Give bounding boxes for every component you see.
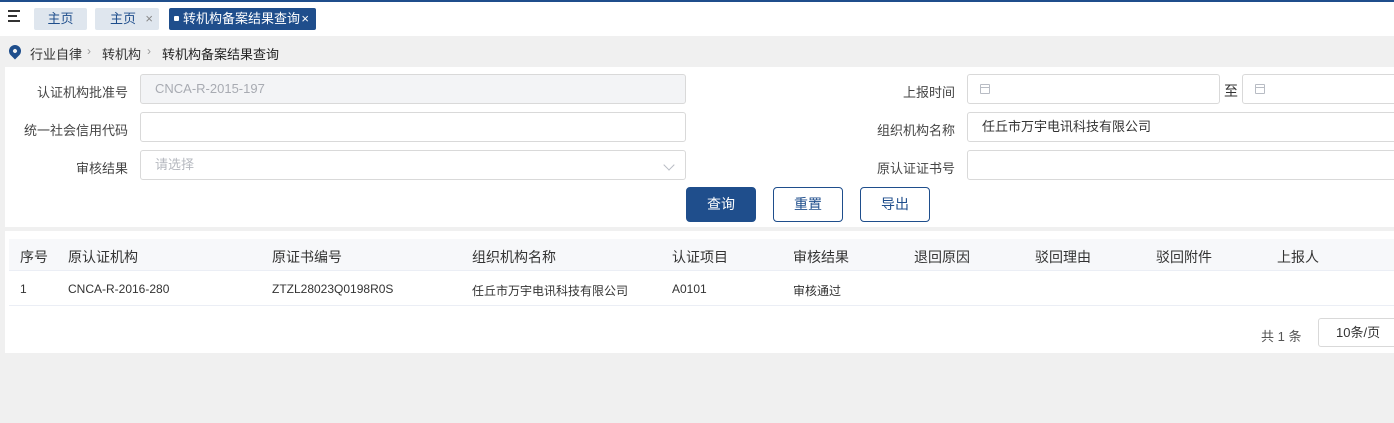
cell-cert-item: A0101 bbox=[672, 282, 707, 296]
cert-no-input: CNCA-R-2015-197 bbox=[140, 74, 686, 104]
column-header: 退回原因 bbox=[914, 249, 970, 265]
review-result-select[interactable]: 请选择 bbox=[140, 150, 686, 180]
column-header: 驳回附件 bbox=[1156, 249, 1212, 265]
column-header: 上报人 bbox=[1277, 249, 1319, 265]
orig-cert-label: 原认证证书号 bbox=[876, 161, 955, 176]
tab-bar: 主页 主页 × 转机构备案结果查询 × bbox=[0, 2, 1394, 36]
breadcrumb-item-industry[interactable]: 行业自律 bbox=[30, 44, 82, 63]
report-time-start-input[interactable] bbox=[967, 74, 1220, 104]
breadcrumb-item-transfer[interactable]: 转机构 bbox=[102, 44, 141, 63]
orig-cert-input[interactable] bbox=[967, 150, 1394, 180]
review-result-placeholder: 请选择 bbox=[155, 157, 195, 172]
review-result-label: 审核结果 bbox=[75, 161, 128, 176]
credit-code-input[interactable] bbox=[140, 112, 686, 142]
cell-orig-org: CNCA-R-2016-280 bbox=[68, 282, 170, 296]
breadcrumb-separator: › bbox=[147, 44, 151, 58]
cert-no-label: 认证机构批准号 bbox=[36, 85, 128, 100]
calendar-icon bbox=[980, 84, 990, 94]
export-button[interactable]: 导出 bbox=[860, 187, 930, 222]
tab-home-2[interactable]: 主页 × bbox=[95, 8, 159, 30]
tab-label: 主页 bbox=[110, 11, 137, 26]
column-header: 原认证机构 bbox=[68, 249, 138, 265]
reset-button[interactable]: 重置 bbox=[773, 187, 843, 222]
org-name-value: 任丘市万宇电讯科技有限公司 bbox=[982, 119, 1152, 134]
column-header: 原证书编号 bbox=[272, 249, 342, 265]
column-header: 认证项目 bbox=[672, 249, 728, 265]
page-size-value: 10条/页 bbox=[1336, 325, 1381, 340]
page-size-select[interactable]: 10条/页 bbox=[1318, 318, 1394, 347]
column-header: 审核结果 bbox=[793, 249, 849, 265]
report-time-label: 上报时间 bbox=[902, 85, 955, 100]
menu-toggle-icon[interactable] bbox=[8, 10, 22, 22]
breadcrumb-separator: › bbox=[87, 44, 91, 58]
tab-label: 转机构备案结果查询 bbox=[183, 11, 301, 26]
pagination-total: 共 1 条 bbox=[1261, 329, 1302, 344]
tab-transfer-query-active[interactable]: 转机构备案结果查询 × bbox=[169, 8, 316, 30]
table-row[interactable]: 1 CNCA-R-2016-280 ZTZL28023Q0198R0S 任丘市万… bbox=[9, 271, 1394, 306]
table-header: 序号 原认证机构 原证书编号 组织机构名称 认证项目 审核结果 退回原因 驳回理… bbox=[9, 239, 1394, 271]
calendar-icon bbox=[1255, 84, 1265, 94]
close-icon[interactable]: × bbox=[145, 8, 153, 30]
credit-code-label: 统一社会信用代码 bbox=[23, 123, 128, 138]
report-time-end-input[interactable] bbox=[1242, 74, 1394, 104]
column-header: 序号 bbox=[20, 249, 48, 265]
tab-home-1[interactable]: 主页 bbox=[34, 8, 87, 30]
location-pin-icon bbox=[6, 42, 24, 60]
breadcrumb-item-current: 转机构备案结果查询 bbox=[162, 47, 280, 62]
org-name-label: 组织机构名称 bbox=[876, 123, 955, 138]
cell-orig-cert-no: ZTZL28023Q0198R0S bbox=[272, 282, 394, 296]
column-header: 驳回理由 bbox=[1035, 249, 1091, 265]
cell-index: 1 bbox=[20, 282, 27, 296]
chevron-down-icon bbox=[663, 159, 675, 171]
active-dot-icon bbox=[174, 16, 179, 21]
date-range-separator: 至 bbox=[1224, 83, 1238, 99]
query-button[interactable]: 查询 bbox=[686, 187, 756, 222]
cell-review-result: 审核通过 bbox=[793, 284, 842, 298]
org-name-input[interactable]: 任丘市万宇电讯科技有限公司 bbox=[967, 112, 1394, 142]
tab-label: 主页 bbox=[47, 11, 74, 26]
column-header: 组织机构名称 bbox=[472, 249, 556, 265]
cert-no-value: CNCA-R-2015-197 bbox=[155, 81, 265, 96]
cell-org-name: 任丘市万宇电讯科技有限公司 bbox=[472, 284, 629, 298]
close-icon[interactable]: × bbox=[301, 8, 309, 30]
breadcrumb: 行业自律 › 转机构 › 转机构备案结果查询 bbox=[0, 36, 1394, 67]
